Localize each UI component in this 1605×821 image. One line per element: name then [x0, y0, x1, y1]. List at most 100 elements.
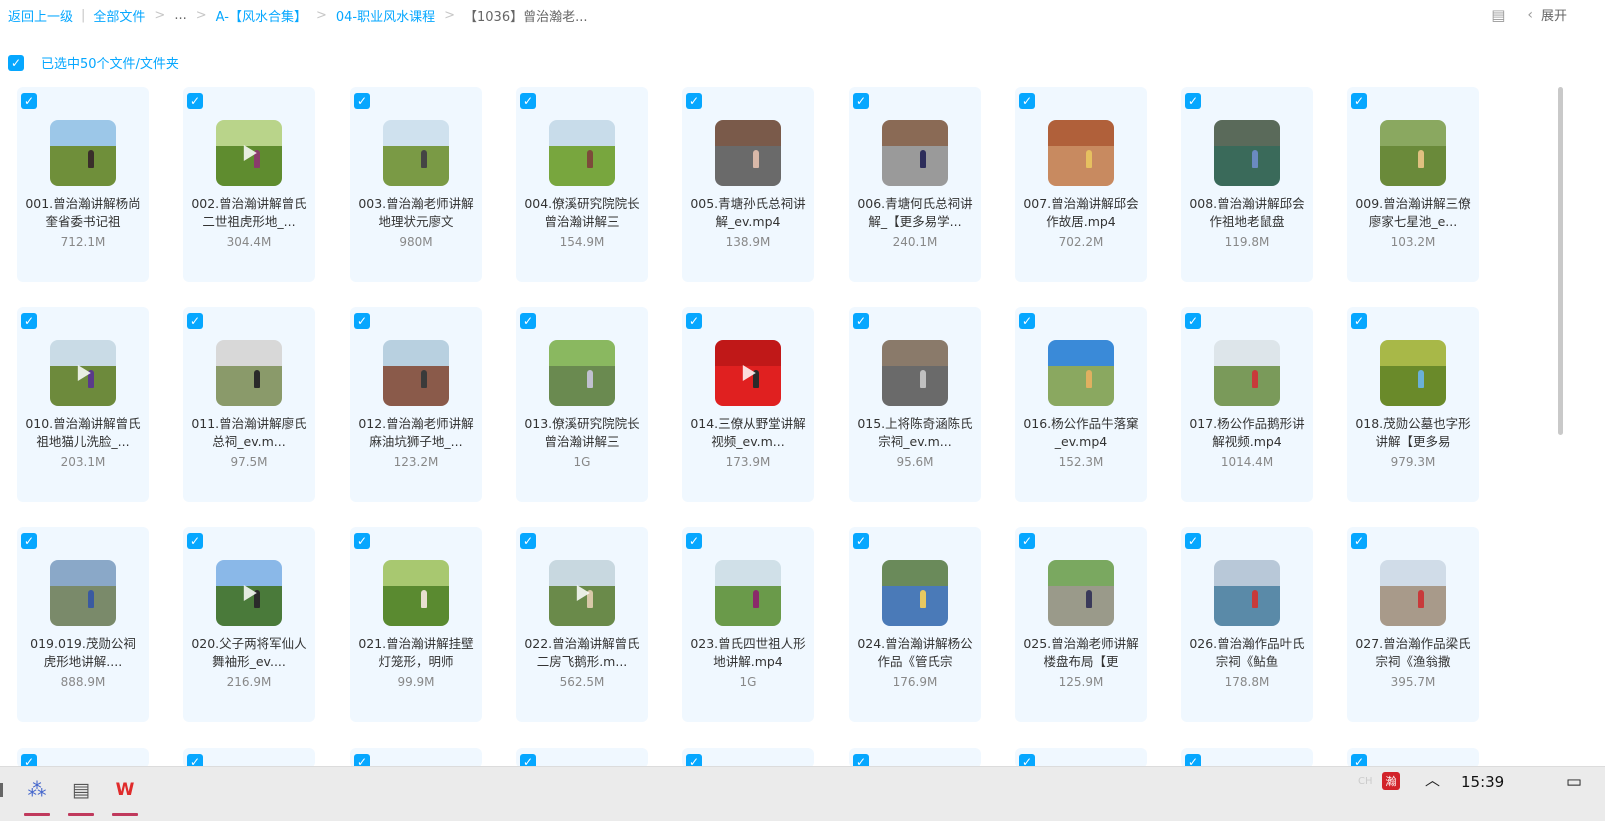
file-checkbox[interactable]: ✓	[1351, 93, 1367, 109]
file-checkbox[interactable]: ✓	[354, 313, 370, 329]
file-checkbox[interactable]: ✓	[520, 93, 536, 109]
file-checkbox[interactable]: ✓	[21, 93, 37, 109]
file-name[interactable]: 007.曾治瀚讲解邱会作故居.mp4	[1023, 195, 1139, 231]
expand-button[interactable]: 展开	[1541, 5, 1567, 24]
video-thumbnail[interactable]	[1048, 340, 1114, 406]
file-card[interactable]: ✓ 020.父子两将军仙人舞袖形_ev.... 216.9M	[183, 527, 315, 722]
file-name[interactable]: 013.僚溪研究院院长曾治瀚讲解三	[524, 415, 640, 451]
video-thumbnail[interactable]	[1380, 340, 1446, 406]
file-checkbox[interactable]: ✓	[187, 313, 203, 329]
file-name[interactable]: 020.父子两将军仙人舞袖形_ev....	[191, 635, 307, 671]
select-all-checkbox[interactable]: ✓	[8, 54, 24, 71]
file-card[interactable]: ✓ 023.曾氏四世祖人形地讲解.mp4 1G	[682, 527, 814, 722]
file-card[interactable]: ✓ 011.曾治瀚讲解廖氏总祠_ev.m... 97.5M	[183, 307, 315, 502]
video-thumbnail[interactable]	[715, 560, 781, 626]
file-card[interactable]: ✓ 021.曾治瀚讲解挂壁灯笼形，明师 99.9M	[350, 527, 482, 722]
file-name[interactable]: 018.茂勋公墓也字形讲解【更多易	[1355, 415, 1471, 451]
chevron-left-icon[interactable]: ‹	[1527, 7, 1533, 23]
video-thumbnail[interactable]	[383, 120, 449, 186]
file-name[interactable]: 012.曾治瀚老师讲解麻油坑狮子地_...	[358, 415, 474, 451]
video-thumbnail[interactable]	[549, 340, 615, 406]
file-name[interactable]: 010.曾治瀚讲解曾氏祖地猫儿洗脸_...	[25, 415, 141, 451]
clock[interactable]: 15:39	[1461, 773, 1504, 791]
file-checkbox[interactable]: ✓	[1019, 93, 1035, 109]
file-card[interactable]: ✓ 004.僚溪研究院院长曾治瀚讲解三 154.9M	[516, 87, 648, 282]
video-thumbnail[interactable]	[549, 560, 615, 626]
file-card[interactable]: ✓ 007.曾治瀚讲解邱会作故居.mp4 702.2M	[1015, 87, 1147, 282]
file-name[interactable]: 021.曾治瀚讲解挂壁灯笼形，明师	[358, 635, 474, 671]
file-checkbox[interactable]: ✓	[21, 533, 37, 549]
notification-center-icon[interactable]: ▭	[1566, 772, 1582, 792]
video-thumbnail[interactable]	[50, 560, 116, 626]
video-thumbnail[interactable]	[715, 340, 781, 406]
wps-app-icon[interactable]: W	[108, 773, 142, 816]
file-checkbox[interactable]: ✓	[354, 93, 370, 109]
video-thumbnail[interactable]	[882, 120, 948, 186]
file-card[interactable]: ✓ 024.曾治瀚讲解杨公作品《管氏宗 176.9M	[849, 527, 981, 722]
file-name[interactable]: 023.曾氏四世祖人形地讲解.mp4	[690, 635, 806, 671]
video-thumbnail[interactable]	[216, 340, 282, 406]
file-card[interactable]: ✓ 015.上将陈奇涵陈氏宗祠_ev.m... 95.6M	[849, 307, 981, 502]
breadcrumb-folder-fengshui[interactable]: A-【风水合集】	[216, 6, 307, 25]
file-name[interactable]: 027.曾治瀚作品梁氏宗祠《渔翁撒	[1355, 635, 1471, 671]
file-card[interactable]: ✓	[17, 748, 149, 770]
file-card[interactable]: ✓ 022.曾治瀚讲解曾氏二房飞鹅形.m... 562.5M	[516, 527, 648, 722]
file-card[interactable]: ✓	[849, 748, 981, 770]
file-card[interactable]: ✓	[1347, 748, 1479, 770]
file-name[interactable]: 016.杨公作品牛落窠_ev.mp4	[1023, 415, 1139, 451]
file-checkbox[interactable]: ✓	[21, 313, 37, 329]
video-thumbnail[interactable]	[216, 560, 282, 626]
video-thumbnail[interactable]	[1214, 120, 1280, 186]
video-thumbnail[interactable]	[882, 560, 948, 626]
file-name[interactable]: 003.曾治瀚老师讲解地理状元廖文	[358, 195, 474, 231]
file-name[interactable]: 026.曾治瀚作品叶氏宗祠《鲇鱼	[1189, 635, 1305, 671]
back-link[interactable]: 返回上一级	[8, 6, 73, 25]
file-name[interactable]: 025.曾治瀚老师讲解楼盘布局【更	[1023, 635, 1139, 671]
file-checkbox[interactable]: ✓	[1351, 533, 1367, 549]
file-checkbox[interactable]: ✓	[853, 313, 869, 329]
file-card[interactable]: ✓ 001.曾治瀚讲解杨尚奎省委书记祖 712.1M	[17, 87, 149, 282]
file-name[interactable]: 019.019.茂勋公祠虎形地讲解....	[25, 635, 141, 671]
file-card[interactable]: ✓	[350, 748, 482, 770]
breadcrumb-folder-course[interactable]: 04-职业风水课程	[336, 6, 435, 25]
video-thumbnail[interactable]	[1380, 560, 1446, 626]
file-card[interactable]: ✓ 005.青塘孙氏总祠讲解_ev.mp4 138.9M	[682, 87, 814, 282]
file-card[interactable]: ✓ 009.曾治瀚讲解三僚廖家七星池_e... 103.2M	[1347, 87, 1479, 282]
file-card[interactable]: ✓ 003.曾治瀚老师讲解地理状元廖文 980M	[350, 87, 482, 282]
file-name[interactable]: 011.曾治瀚讲解廖氏总祠_ev.m...	[191, 415, 307, 451]
video-thumbnail[interactable]	[50, 120, 116, 186]
file-checkbox[interactable]: ✓	[1185, 93, 1201, 109]
file-card[interactable]: ✓ 014.三僚从野堂讲解视频_ev.m... 173.9M	[682, 307, 814, 502]
video-thumbnail[interactable]	[1048, 560, 1114, 626]
file-checkbox[interactable]: ✓	[187, 533, 203, 549]
tray-app-seal-icon[interactable]: 瀚	[1382, 772, 1400, 790]
file-checkbox[interactable]: ✓	[1185, 533, 1201, 549]
file-name[interactable]: 017.杨公作品鹅形讲解视频.mp4	[1189, 415, 1305, 451]
video-thumbnail[interactable]	[216, 120, 282, 186]
file-card[interactable]: ✓	[1181, 748, 1313, 770]
file-name[interactable]: 002.曾治瀚讲解曾氏二世祖虎形地_...	[191, 195, 307, 231]
video-thumbnail[interactable]	[549, 120, 615, 186]
file-card[interactable]: ✓	[1015, 748, 1147, 770]
file-checkbox[interactable]: ✓	[853, 533, 869, 549]
file-card[interactable]: ✓ 002.曾治瀚讲解曾氏二世祖虎形地_... 304.4M	[183, 87, 315, 282]
file-name[interactable]: 004.僚溪研究院院长曾治瀚讲解三	[524, 195, 640, 231]
file-name[interactable]: 009.曾治瀚讲解三僚廖家七星池_e...	[1355, 195, 1471, 231]
video-thumbnail[interactable]	[383, 560, 449, 626]
file-card[interactable]: ✓ 027.曾治瀚作品梁氏宗祠《渔翁撒 395.7M	[1347, 527, 1479, 722]
video-thumbnail[interactable]	[383, 340, 449, 406]
file-name[interactable]: 022.曾治瀚讲解曾氏二房飞鹅形.m...	[524, 635, 640, 671]
file-card[interactable]: ✓	[183, 748, 315, 770]
file-name[interactable]: 001.曾治瀚讲解杨尚奎省委书记祖	[25, 195, 141, 231]
file-card[interactable]: ✓ 013.僚溪研究院院长曾治瀚讲解三 1G	[516, 307, 648, 502]
file-card[interactable]: ✓ 019.019.茂勋公祠虎形地讲解.... 888.9M	[17, 527, 149, 722]
video-thumbnail[interactable]	[1214, 560, 1280, 626]
file-card[interactable]: ✓ 008.曾治瀚讲解邱会作祖地老鼠盘 119.8M	[1181, 87, 1313, 282]
file-card[interactable]: ✓ 016.杨公作品牛落窠_ev.mp4 152.3M	[1015, 307, 1147, 502]
video-thumbnail[interactable]	[715, 120, 781, 186]
file-name[interactable]: 006.青塘何氏总祠讲解_【更多易学...	[857, 195, 973, 231]
file-checkbox[interactable]: ✓	[1351, 313, 1367, 329]
file-checkbox[interactable]: ✓	[354, 533, 370, 549]
file-checkbox[interactable]: ✓	[1019, 533, 1035, 549]
list-view-icon[interactable]: ▤	[1491, 6, 1505, 24]
